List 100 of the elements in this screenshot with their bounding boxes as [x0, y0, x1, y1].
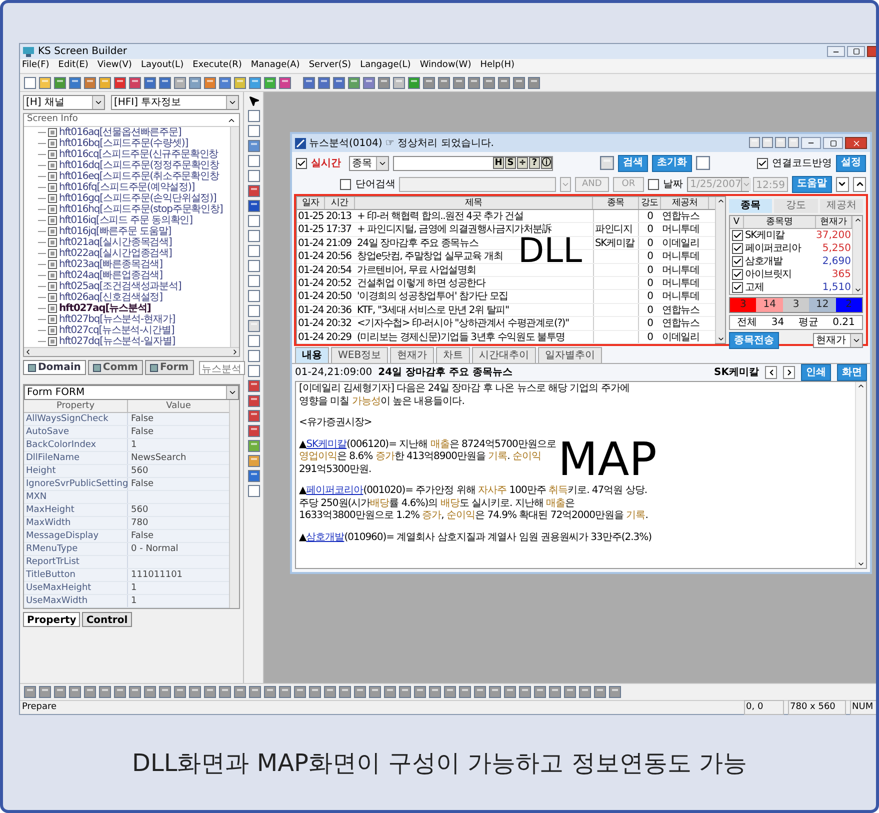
- tile-icon[interactable]: [279, 686, 291, 698]
- tile-icon[interactable]: [468, 76, 480, 88]
- tile-icon[interactable]: [414, 686, 426, 698]
- tile-icon[interactable]: [264, 76, 276, 88]
- tile-icon[interactable]: [696, 156, 710, 170]
- side-tab[interactable]: 제공처: [820, 199, 863, 213]
- tile-icon[interactable]: [248, 425, 260, 437]
- tile-icon[interactable]: [393, 76, 405, 88]
- table-cell[interactable]: 20:52: [325, 276, 355, 290]
- tree-item[interactable]: hft026aq[신호검색설정]: [59, 292, 162, 303]
- tile-icon[interactable]: [339, 686, 351, 698]
- tile-icon[interactable]: [423, 76, 435, 88]
- tile-icon[interactable]: [234, 686, 246, 698]
- table-cell[interactable]: 연합뉴스: [661, 304, 709, 316]
- tile-icon[interactable]: [248, 140, 260, 152]
- code-button[interactable]: S: [505, 157, 516, 169]
- stock-name[interactable]: 삼호개발: [745, 254, 814, 269]
- tile-icon[interactable]: [219, 686, 231, 698]
- tile-icon[interactable]: [249, 76, 261, 88]
- stock-name[interactable]: 아이브릿지: [745, 267, 814, 282]
- tile-icon[interactable]: [84, 76, 96, 88]
- table-cell[interactable]: 0: [639, 250, 661, 263]
- table-cell[interactable]: [593, 250, 639, 263]
- table-cell[interactable]: 01-24: [297, 290, 325, 303]
- caret-down-icon[interactable]: [837, 179, 848, 189]
- tile-icon[interactable]: [248, 350, 260, 362]
- caret-up-icon[interactable]: [716, 197, 724, 205]
- table-cell[interactable]: 01-24: [297, 236, 325, 250]
- caret-down-icon[interactable]: [854, 286, 862, 294]
- tree-item[interactable]: hft016eq[스피드주문(취소주문확인창: [59, 171, 219, 182]
- tile-icon[interactable]: [54, 686, 66, 698]
- tile-icon[interactable]: [248, 440, 260, 452]
- table-cell[interactable]: 머니투데: [661, 264, 709, 276]
- tile-icon[interactable]: [504, 686, 516, 698]
- checkbox[interactable]: [296, 158, 307, 168]
- close-button[interactable]: [845, 137, 867, 149]
- table-cell[interactable]: 머니투데: [661, 276, 709, 290]
- table-cell[interactable]: 머니투데: [661, 223, 709, 236]
- object-combo[interactable]: Form FORM: [24, 385, 239, 400]
- property-value[interactable]: NewsSearch: [128, 452, 229, 464]
- property-value[interactable]: 111011101: [128, 569, 229, 581]
- property-value[interactable]: 1: [128, 439, 229, 451]
- table-cell[interactable]: 20:50: [325, 290, 355, 303]
- tile-icon[interactable]: [248, 395, 260, 407]
- checkbox[interactable]: [732, 256, 743, 267]
- table-cell[interactable]: 머니투데: [661, 290, 709, 303]
- tile-icon[interactable]: [159, 76, 171, 88]
- table-cell[interactable]: 0: [639, 264, 661, 276]
- tile-icon[interactable]: [303, 76, 315, 88]
- table-cell[interactable]: 01-24: [297, 317, 325, 330]
- maximize-button[interactable]: [847, 46, 865, 57]
- tile-icon[interactable]: [248, 380, 260, 392]
- tile-icon[interactable]: [144, 76, 156, 88]
- side-tab[interactable]: 종목: [729, 199, 772, 213]
- tree-item[interactable]: hft027bq[뉴스분석-현재가]: [59, 314, 175, 325]
- tile-icon[interactable]: [564, 686, 576, 698]
- checkbox[interactable]: [732, 282, 743, 293]
- tile-icon[interactable]: [114, 686, 126, 698]
- tile-icon[interactable]: [84, 686, 96, 698]
- table-cell[interactable]: 01-24: [297, 330, 325, 343]
- table-cell[interactable]: 20:56: [325, 250, 355, 263]
- tree-item[interactable]: hft016iq[스피드 주문 동의확인]: [59, 215, 192, 226]
- tile-icon[interactable]: [204, 686, 216, 698]
- tree-item[interactable]: hft021aq[실시간종목검색]: [59, 237, 172, 248]
- table-cell[interactable]: 20:32: [325, 317, 355, 330]
- panel-tab[interactable]: Form: [144, 360, 194, 375]
- tile-icon[interactable]: [363, 76, 375, 88]
- table-cell[interactable]: [593, 276, 639, 290]
- tile-icon[interactable]: [159, 686, 171, 698]
- tree-item[interactable]: hft016cq[스피드주문(신규주문확인창: [59, 149, 218, 160]
- tile-icon[interactable]: [408, 76, 420, 88]
- expand-button[interactable]: [852, 176, 866, 192]
- tree-item[interactable]: hft024aq[빠른업종검색]: [59, 270, 162, 281]
- code-button[interactable]: ⓘ: [541, 157, 552, 169]
- detail-tab[interactable]: WEB정보: [331, 347, 388, 363]
- collapse-button[interactable]: [836, 176, 849, 192]
- table-cell[interactable]: 0: [639, 210, 661, 222]
- tile-icon[interactable]: [99, 76, 111, 88]
- panel-tab[interactable]: Domain: [23, 360, 86, 375]
- tile-icon[interactable]: [519, 686, 531, 698]
- tile-icon[interactable]: [279, 76, 291, 88]
- table-cell[interactable]: 01-24: [297, 264, 325, 276]
- tile-icon[interactable]: [189, 686, 201, 698]
- group-combo[interactable]: [HFI] 투자정보: [111, 95, 239, 110]
- property-value[interactable]: False: [128, 426, 229, 438]
- table-cell[interactable]: + 파인디지털, 금영에 의결권행사금지가처분訴: [355, 223, 593, 236]
- property-value[interactable]: False: [128, 413, 229, 425]
- checkbox[interactable]: [732, 243, 743, 254]
- tile-icon[interactable]: [594, 686, 606, 698]
- tile-icon[interactable]: [369, 686, 381, 698]
- tree-item[interactable]: hft027cq[뉴스분석-시간별]: [59, 325, 174, 336]
- tile-icon[interactable]: [489, 686, 501, 698]
- menu-item[interactable]: Execute(R): [192, 59, 242, 73]
- word-field[interactable]: [399, 176, 556, 192]
- tile-icon[interactable]: [459, 686, 471, 698]
- tile-icon[interactable]: [534, 686, 546, 698]
- tile-icon[interactable]: [99, 686, 111, 698]
- detail-tab[interactable]: 현재가: [390, 347, 434, 363]
- tile-icon[interactable]: [775, 137, 786, 148]
- table-cell[interactable]: 파인디지: [593, 223, 639, 236]
